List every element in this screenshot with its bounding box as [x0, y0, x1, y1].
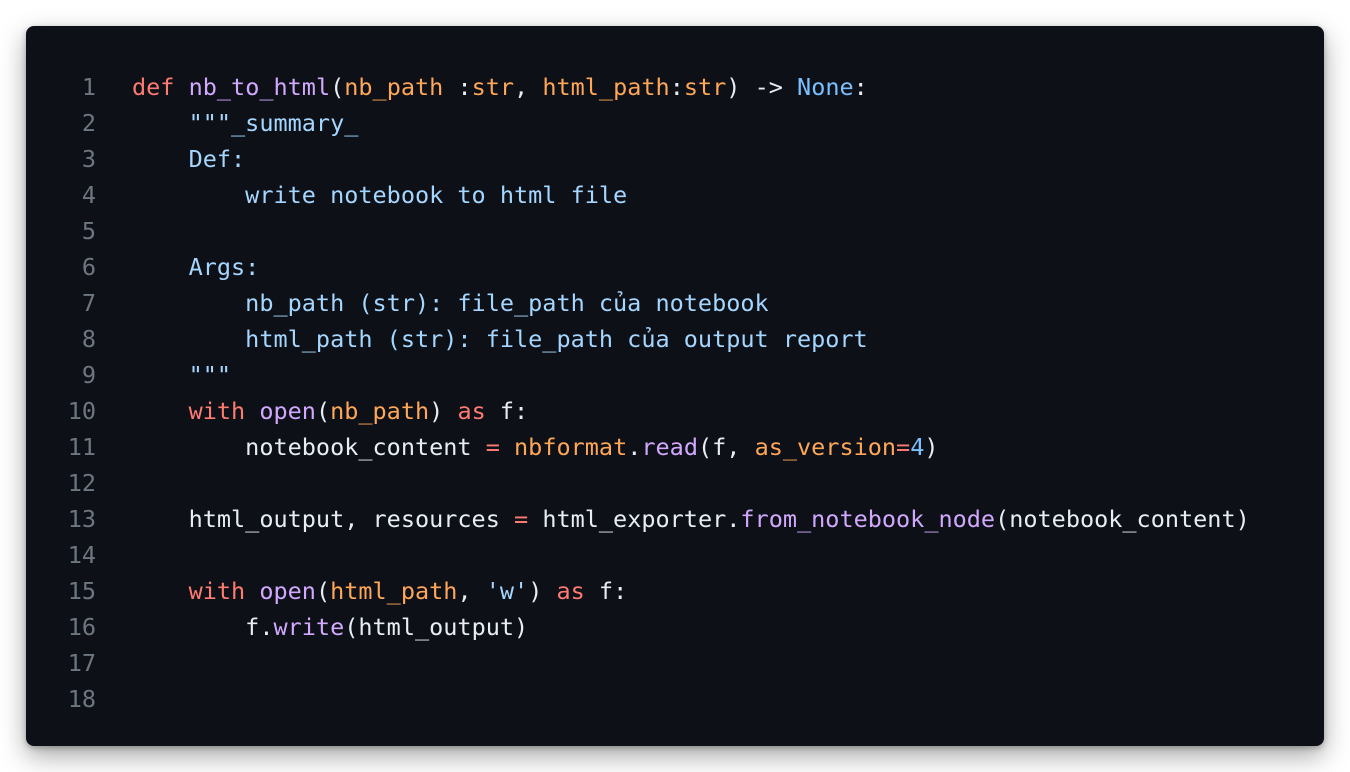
code-token: , [514, 73, 543, 101]
line-number: 11 [67, 433, 96, 461]
line-number: 13 [67, 505, 96, 533]
line-number: 14 [67, 541, 96, 569]
code-line-content: html_output, resources = html_exporter.f… [132, 501, 1250, 537]
line-number: 17 [67, 649, 96, 677]
line-number: 7 [81, 289, 96, 317]
code-line-content: html_path (str): file_path của output re… [132, 321, 868, 357]
code-token: nb_to_html [188, 73, 331, 101]
code-line-content: notebook_content = nbformat.read(f, as_v… [132, 429, 939, 465]
code-token: html_path [330, 577, 458, 605]
code-token: . [627, 433, 642, 461]
line-number: 18 [67, 685, 96, 713]
code-token: None [797, 73, 854, 101]
code-token: str [471, 73, 515, 101]
code-snippet-window: 1 def nb_to_html(nb_path :str, html_path:… [26, 26, 1324, 746]
code-token: as_version [754, 433, 897, 461]
code-token: : [853, 73, 868, 101]
line-number: 3 [81, 145, 96, 173]
code-token: 4 [910, 433, 925, 461]
code-token: (notebook_content) [995, 505, 1250, 533]
code-token: Args: [132, 253, 260, 281]
code-token: , [457, 577, 486, 605]
code-line-content: """ [132, 357, 231, 393]
line-number: 2 [81, 109, 96, 137]
code-token: (html_output) [344, 613, 529, 641]
code-token: f: [485, 397, 529, 425]
code-token: f. [132, 613, 274, 641]
code-token: with [188, 577, 246, 605]
code-token: ( [315, 397, 331, 425]
code-token: str [683, 73, 727, 101]
code-token: with [188, 397, 246, 425]
code-token: nb_path [330, 397, 430, 425]
code-token: = [896, 433, 911, 461]
code-line-content: def nb_to_html(nb_path :str, html_path:s… [132, 69, 868, 105]
code-token: ( [315, 577, 331, 605]
line-number: 4 [81, 181, 96, 209]
code-token: as [556, 577, 585, 605]
code-token: notebook_content [132, 433, 486, 461]
line-number: 1 [81, 73, 96, 101]
code-token: write [273, 613, 345, 641]
code-token: as [457, 397, 486, 425]
code-token: """ [132, 361, 232, 389]
code-line-content: with open(nb_path) as f: [132, 393, 529, 429]
line-number: 8 [81, 325, 96, 353]
line-number: 16 [67, 613, 96, 641]
code-token: ) [924, 433, 939, 461]
line-number: 15 [67, 577, 96, 605]
line-number: 9 [81, 361, 96, 389]
code-token: read [641, 433, 698, 461]
line-number: 5 [81, 217, 96, 245]
code-token: nbformat [514, 433, 628, 461]
code-line-content: with open(html_path, 'w') as f: [132, 573, 628, 609]
code-line-content: Args: [132, 249, 260, 285]
line-number: 10 [67, 397, 96, 425]
line-number: 12 [67, 469, 96, 497]
code-token: write notebook to html file [132, 181, 628, 209]
code-token: open [259, 577, 316, 605]
code-token: = [485, 433, 500, 461]
code-token: : [443, 73, 472, 101]
code-token: html_output, resources [132, 505, 515, 533]
code-token: from_notebook_node [740, 505, 996, 533]
code-token: ) -> [726, 73, 798, 101]
code-token: = [514, 505, 529, 533]
code-token: ) [429, 397, 458, 425]
code-token: html_path (str): file_path của output re… [132, 325, 868, 353]
code-line-content: nb_path (str): file_path của notebook [132, 285, 769, 321]
code-token: : [669, 73, 684, 101]
code-token: ) [528, 577, 557, 605]
code-token: def [132, 73, 175, 101]
code-token: html_exporter. [528, 505, 741, 533]
code-token: (f, [697, 433, 755, 461]
line-number: 6 [81, 253, 96, 281]
code-token: """_summary_ [132, 109, 359, 137]
code-line-content: """_summary_ [132, 105, 359, 141]
code-line-content: write notebook to html file [132, 177, 627, 213]
code-line-content: f.write(html_output) [132, 609, 528, 645]
code-token: Def: [132, 145, 246, 173]
code-token: open [259, 397, 316, 425]
code-token: nb_path [344, 73, 444, 101]
code-token: ( [330, 73, 345, 101]
code-token: html_path [542, 73, 670, 101]
code-token: 'w' [485, 577, 529, 605]
code-token: nb_path (str): file_path của notebook [132, 289, 769, 317]
code-line-content: Def: [132, 141, 246, 177]
code-token: f: [584, 577, 628, 605]
